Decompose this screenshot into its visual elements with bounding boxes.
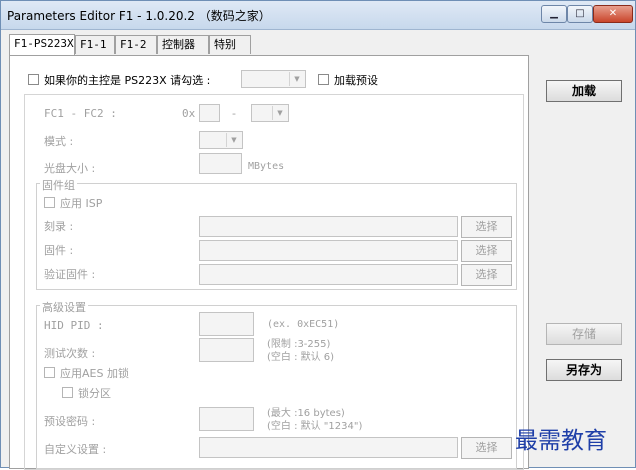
apply-isp-label: 应用 ISP [60,197,103,210]
burn-label: 刻录 : [44,220,74,233]
minimize-button[interactable]: ▁ [541,5,567,23]
ps223x-label: 如果你的主控是 PS223X 请勾选 : [44,74,211,87]
close-button[interactable]: ✕ [593,5,633,23]
test-count-label: 测试次数 : [44,347,96,360]
maximize-button[interactable]: □ [567,5,593,23]
title-bar: Parameters Editor F1 - 1.0.20.2 （数码之家） ▁… [1,1,635,30]
verify-firmware-input[interactable] [199,264,458,285]
preset-password-hint-default: (空白 : 默认 "1234") [267,421,363,432]
verify-firmware-label: 验证固件 : [44,268,96,281]
apply-aes-checkbox[interactable] [44,367,55,378]
test-count-input[interactable] [199,338,254,362]
firmware-path-input[interactable] [199,240,458,261]
disk-size-label: 光盘大小 : [44,162,96,175]
mode-combo[interactable]: ▼ [199,131,243,149]
load-preset-checkbox[interactable] [318,74,329,85]
firmware-select-button[interactable]: 选择 [461,240,512,262]
load-preset-label: 加载预设 [334,74,378,87]
ps223x-checkbox[interactable] [28,74,39,85]
tab-f1-2[interactable]: F1-2 [115,35,157,54]
preset-password-input[interactable] [199,407,254,431]
window-title: Parameters Editor F1 - 1.0.20.2 （数码之家） [7,9,271,23]
custom-settings-label: 自定义设置 : [44,443,107,456]
fc-dash: - [232,107,236,120]
custom-settings-select-button[interactable]: 选择 [461,437,512,459]
fc1-input[interactable] [199,104,220,122]
custom-settings-input[interactable] [199,437,458,458]
lock-partition-label: 锁分区 [78,387,111,400]
hid-pid-input[interactable] [199,312,254,336]
save-button[interactable]: 存储 [546,323,622,345]
disk-size-unit: MBytes [248,161,285,172]
ps223x-combo[interactable]: ▼ [241,70,306,88]
tab-f1-1[interactable]: F1-1 [75,35,115,54]
apply-isp-checkbox[interactable] [44,197,55,208]
advanced-group-title: 高级设置 [40,299,88,315]
hid-pid-hint: (ex. 0xEC51) [267,319,340,330]
test-count-hint-default: (空白 : 默认 6) [267,352,335,363]
save-as-button[interactable]: 另存为 [546,359,622,381]
load-button[interactable]: 加载 [546,80,622,102]
watermark-text: 最需教育 [515,428,607,454]
tab-controller[interactable]: 控制器 [157,35,209,54]
lock-partition-checkbox[interactable] [62,387,73,398]
preset-password-label: 预设密码 : [44,415,96,428]
firmware-group-title: 固件组 [40,177,77,193]
main-window: Parameters Editor F1 - 1.0.20.2 （数码之家） ▁… [0,0,636,470]
fc-label: FC1 - FC2 : [44,107,117,120]
chevron-down-icon: ▼ [272,106,287,120]
tab-panel: 如果你的主控是 PS223X 请勾选 : ▼ 加载预设 FC1 - FC2 : … [9,55,529,470]
burn-path-input[interactable] [199,216,458,237]
hid-pid-label: HID PID : [44,319,104,332]
apply-aes-label: 应用AES 加锁 [60,367,129,380]
fc-prefix: 0x [182,107,196,120]
chevron-down-icon: ▼ [289,72,304,86]
disk-size-input[interactable] [199,153,242,174]
firmware-label: 固件 : [44,244,74,257]
tab-special[interactable]: 特别 [209,35,251,54]
burn-select-button[interactable]: 选择 [461,216,512,238]
verify-select-button[interactable]: 选择 [461,264,512,286]
mode-label: 模式 : [44,135,74,148]
chevron-down-icon: ▼ [226,133,241,147]
fc2-combo[interactable]: ▼ [251,104,289,122]
tab-f1-ps223x[interactable]: F1-PS223X [9,34,75,55]
